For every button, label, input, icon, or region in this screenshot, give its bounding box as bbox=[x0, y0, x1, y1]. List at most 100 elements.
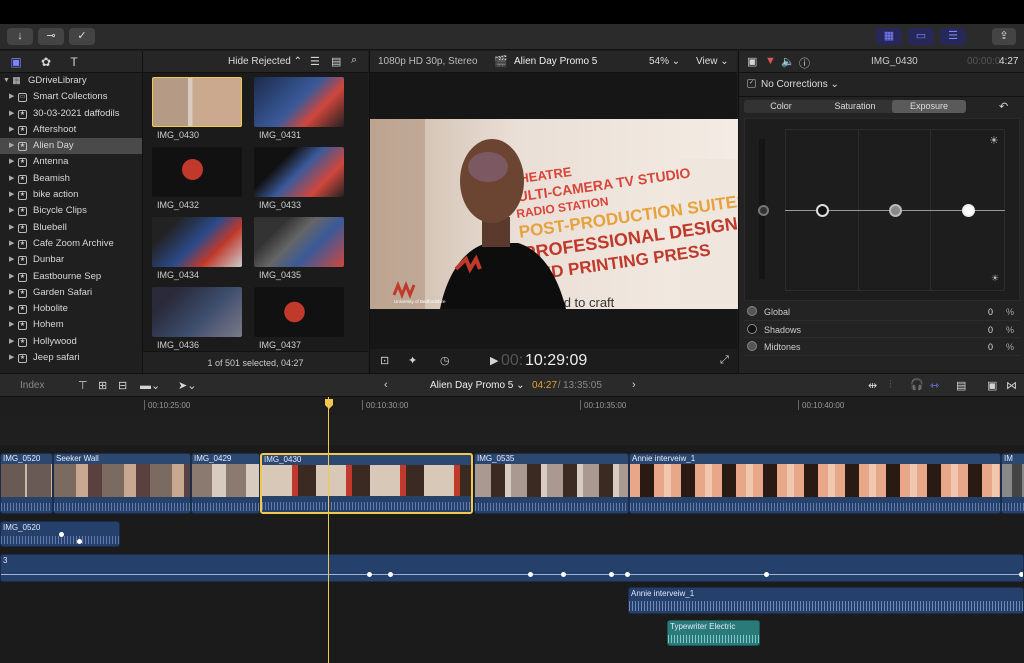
timeline-ruler[interactable]: 00:10:25:0000:10:30:0000:10:35:0000:10:4… bbox=[0, 397, 1024, 415]
index-button[interactable]: Index bbox=[20, 380, 44, 391]
sidebar-item[interactable]: ▶★Hobolite bbox=[0, 301, 142, 317]
append-icon[interactable]: ⊟ bbox=[118, 379, 127, 392]
keyframe[interactable] bbox=[59, 532, 64, 537]
disclosure-right-icon[interactable]: ▶ bbox=[9, 138, 14, 154]
sidebar-item[interactable]: ▶★Bluebell bbox=[0, 220, 142, 236]
exposure-board[interactable]: ☀ ☀ bbox=[744, 118, 1020, 301]
library-root[interactable]: ▼ ▦ GDriveLibrary bbox=[0, 73, 142, 89]
view-popup[interactable]: View ⌄ bbox=[696, 56, 729, 67]
browser-thumbnail[interactable] bbox=[254, 77, 344, 127]
clip-appearance-icon[interactable]: ▤ bbox=[956, 379, 966, 392]
disclosure-right-icon[interactable]: ▶ bbox=[9, 252, 14, 268]
skimming-icon[interactable]: ⇹ bbox=[868, 379, 877, 392]
disclosure-right-icon[interactable]: ▶ bbox=[9, 171, 14, 187]
midtones-puck[interactable] bbox=[889, 204, 902, 217]
inspector-toggle-button[interactable]: ☰ bbox=[940, 28, 966, 45]
sidebar-item[interactable]: ▶★Bicycle Clips bbox=[0, 203, 142, 219]
reset-icon[interactable]: ↶ bbox=[999, 100, 1008, 113]
effects-icon[interactable]: ▣ bbox=[987, 379, 997, 392]
keyframe[interactable] bbox=[388, 572, 393, 577]
search-icon[interactable]: ⌕ bbox=[351, 54, 357, 67]
video-frame[interactable]: THEATRE MULTI-CAMERA TV STUDIO RADIO STA… bbox=[370, 119, 738, 309]
keyframe[interactable] bbox=[625, 572, 630, 577]
sidebar-item[interactable]: ▶★bike action bbox=[0, 187, 142, 203]
inspector-row[interactable]: Midtones0% bbox=[744, 338, 1020, 356]
pointer-tool-icon[interactable]: ➤⌄ bbox=[178, 379, 196, 392]
row-value[interactable]: 0 bbox=[988, 342, 993, 352]
disclosure-right-icon[interactable]: ▶ bbox=[9, 317, 14, 333]
back-arrow-icon[interactable]: ‹ bbox=[384, 379, 388, 391]
inspector-row[interactable]: Global0% bbox=[744, 303, 1020, 321]
browser-thumbnail[interactable] bbox=[254, 217, 344, 267]
row-value[interactable]: 0 bbox=[988, 325, 993, 335]
playhead-handle[interactable] bbox=[325, 399, 333, 409]
sidebar-item[interactable]: ▶★Antenna bbox=[0, 154, 142, 170]
keyframe[interactable] bbox=[528, 572, 533, 577]
timeline-toggle-button[interactable]: ▭ bbox=[908, 28, 934, 45]
row-value[interactable]: 0 bbox=[988, 307, 993, 317]
corrections-popup[interactable]: No Corrections ⌄ bbox=[761, 79, 839, 90]
disclosure-right-icon[interactable]: ▶ bbox=[9, 301, 14, 317]
connect-icon[interactable]: ⊤ bbox=[78, 379, 88, 392]
overwrite-icon[interactable]: ▬⌄ bbox=[140, 379, 160, 392]
tab-saturation[interactable]: Saturation bbox=[818, 100, 892, 113]
connected-audio-clip[interactable]: IMG_0520 bbox=[0, 521, 120, 547]
timeline-clip[interactable]: Annie interveiw_1 bbox=[629, 453, 1001, 514]
filmstrip-icon[interactable]: ▤ bbox=[331, 55, 341, 68]
snapping-icon[interactable]: ⇿ bbox=[930, 379, 939, 392]
keyframe[interactable] bbox=[764, 572, 769, 577]
play-icon[interactable]: ▶ bbox=[490, 354, 498, 367]
timeline-clip[interactable]: IMG_0429 bbox=[191, 453, 260, 514]
photos-icon[interactable]: ✿ bbox=[38, 55, 54, 69]
disclosure-right-icon[interactable]: ▶ bbox=[9, 236, 14, 252]
transitions-icon[interactable]: ⋈ bbox=[1006, 379, 1017, 392]
shadows-puck[interactable] bbox=[816, 204, 829, 217]
share-button[interactable]: ⇪ bbox=[992, 28, 1016, 45]
corrections-checkbox[interactable]: ✓ bbox=[747, 79, 756, 88]
color-icon[interactable]: ▼ bbox=[765, 55, 776, 67]
background-tasks-button[interactable]: ✓ bbox=[69, 28, 95, 45]
sidebar-item[interactable]: ▶▭Smart Collections bbox=[0, 89, 142, 105]
timeline-clip[interactable]: Seeker Wall bbox=[53, 453, 191, 514]
libraries-icon[interactable]: ▣ bbox=[8, 55, 24, 69]
sidebar-item[interactable]: ▶★Aftershoot bbox=[0, 122, 142, 138]
keyframe[interactable] bbox=[77, 539, 82, 544]
highlights-puck[interactable] bbox=[962, 204, 975, 217]
timeline-clip[interactable]: IM bbox=[1001, 453, 1024, 514]
keyframe[interactable] bbox=[367, 572, 372, 577]
film-icon[interactable]: ▣ bbox=[747, 55, 757, 68]
disclosure-right-icon[interactable]: ▶ bbox=[9, 154, 14, 170]
timeline-project-popup[interactable]: Alien Day Promo 5 ⌄ bbox=[430, 380, 525, 391]
keyframe[interactable] bbox=[561, 572, 566, 577]
crop-icon[interactable]: ⊡ bbox=[380, 354, 389, 367]
timeline-clip[interactable]: IMG_0535 bbox=[474, 453, 629, 514]
fullscreen-icon[interactable]: ⤢ bbox=[720, 354, 729, 367]
sidebar-item[interactable]: ▶★Hohem bbox=[0, 317, 142, 333]
info-icon[interactable]: ⓘ bbox=[799, 55, 810, 71]
sidebar-item[interactable]: ▶★Beamish bbox=[0, 171, 142, 187]
master-slider-handle[interactable] bbox=[758, 205, 769, 216]
insert-icon[interactable]: ⊞ bbox=[98, 379, 107, 392]
keyframe[interactable] bbox=[609, 572, 614, 577]
clip-appearance-icon[interactable]: ☰ bbox=[310, 55, 320, 68]
headphones-icon[interactable]: 🎧 bbox=[910, 378, 924, 391]
sidebar-item[interactable]: ▶★Hollywood bbox=[0, 334, 142, 350]
disclosure-right-icon[interactable]: ▶ bbox=[9, 334, 14, 350]
disclosure-right-icon[interactable]: ▶ bbox=[9, 203, 14, 219]
sidebar-item[interactable]: ▶★Alien Day bbox=[0, 138, 142, 154]
filter-popup[interactable]: Hide Rejected ⌃ bbox=[228, 56, 302, 67]
sidebar-item[interactable]: ▶★Cafe Zoom Archive bbox=[0, 236, 142, 252]
audio-icon[interactable]: 🔈 bbox=[781, 55, 795, 68]
browser-thumbnail[interactable] bbox=[152, 77, 242, 127]
disclosure-right-icon[interactable]: ▶ bbox=[9, 350, 14, 366]
browser-thumbnail[interactable] bbox=[152, 217, 242, 267]
inspector-row[interactable]: Shadows0% bbox=[744, 321, 1020, 339]
disclosure-right-icon[interactable]: ▶ bbox=[9, 89, 14, 105]
lower-audio-clip[interactable]: Annie interveiw_1 bbox=[628, 587, 1024, 614]
browser-thumbnail[interactable] bbox=[254, 147, 344, 197]
magic-wand-icon[interactable]: ✦ bbox=[408, 354, 417, 367]
tab-color[interactable]: Color bbox=[744, 100, 818, 113]
browser-thumbnail[interactable] bbox=[152, 287, 242, 337]
sfx-clip[interactable]: Typewriter Electric bbox=[667, 620, 760, 646]
disclosure-right-icon[interactable]: ▶ bbox=[9, 187, 14, 203]
